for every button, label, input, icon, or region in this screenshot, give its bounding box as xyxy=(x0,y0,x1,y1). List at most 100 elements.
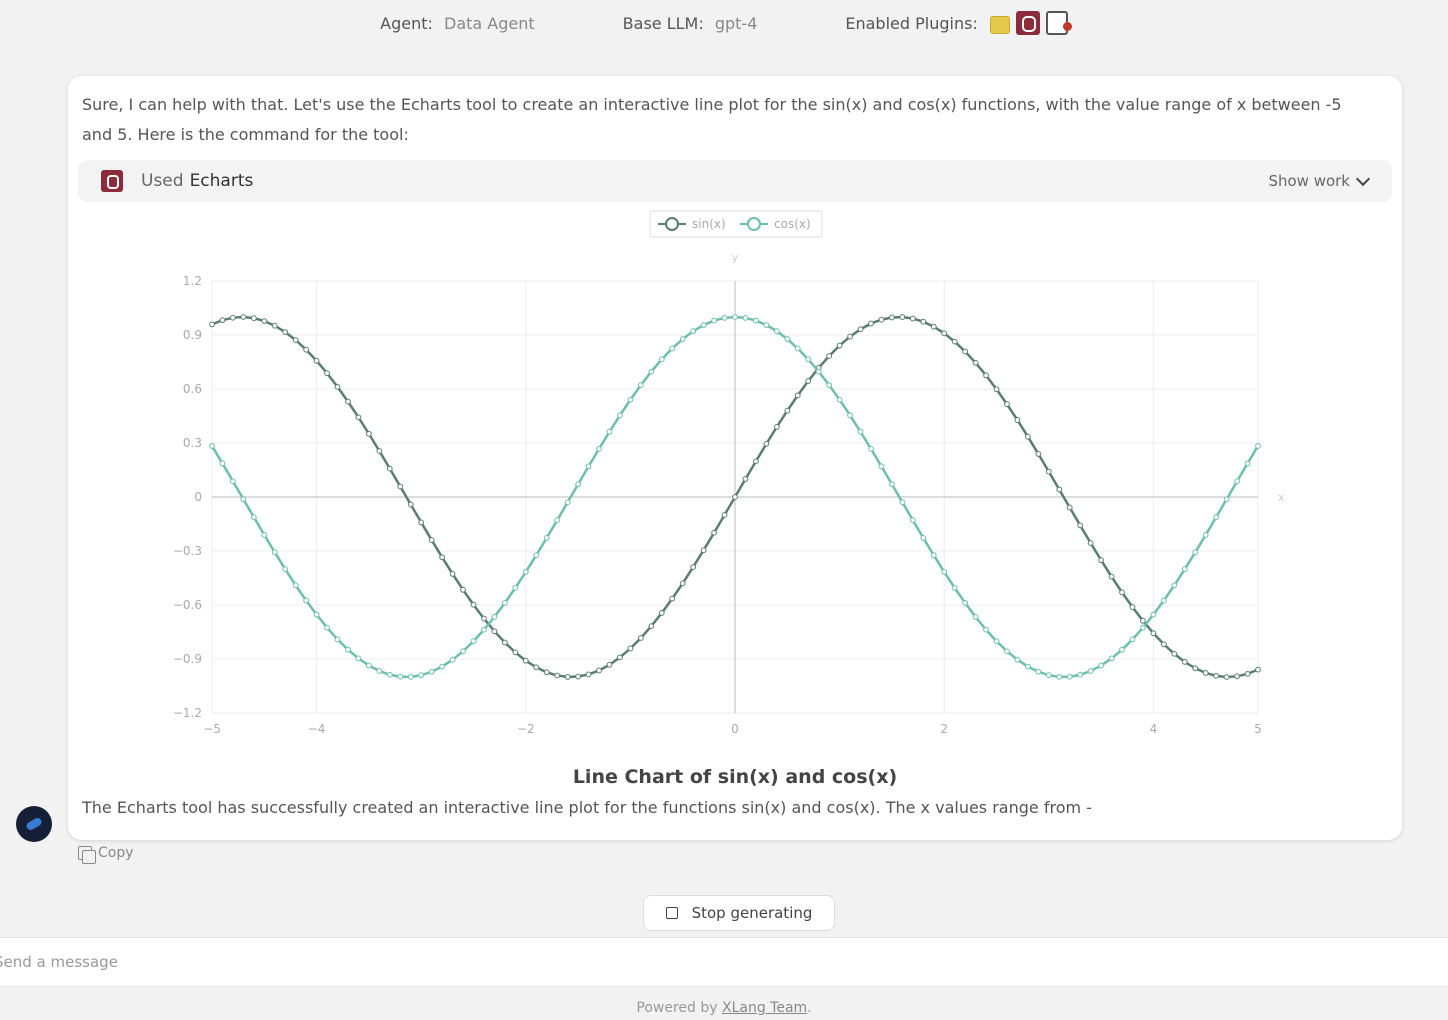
x-tick-label: −5 xyxy=(203,722,221,736)
data-point-sin xyxy=(522,657,529,664)
llm-label: Base LLM: xyxy=(622,13,704,33)
data-point-sin xyxy=(627,645,634,652)
data-point-sin xyxy=(230,314,236,321)
data-point-sin xyxy=(637,635,644,641)
data-point-cos xyxy=(460,648,466,655)
data-point-sin xyxy=(313,357,320,364)
y-tick-label: 0.6 xyxy=(183,382,202,396)
data-point-cos xyxy=(690,328,697,335)
data-point-cos xyxy=(428,668,435,675)
data-point-cos xyxy=(501,600,508,606)
data-point-cos xyxy=(721,315,728,321)
data-point-sin xyxy=(690,564,697,571)
data-point-sin xyxy=(470,601,477,608)
chart-legend[interactable]: sin(x) cos(x) xyxy=(649,210,823,238)
data-point-sin xyxy=(1004,401,1010,408)
data-point-cos xyxy=(930,552,937,559)
data-point-sin xyxy=(763,440,770,447)
x-tick-label: 5 xyxy=(1254,722,1262,736)
tool-name: Echarts xyxy=(189,171,254,191)
x-tick-label: −4 xyxy=(308,722,326,736)
data-point-sin xyxy=(753,458,759,465)
message-input[interactable] xyxy=(0,938,1394,986)
copy-button[interactable]: Copy xyxy=(78,845,134,864)
data-point-sin xyxy=(564,674,571,680)
data-point-cos xyxy=(700,322,707,328)
line-chart[interactable]: −5 −4 −2 0 2 4 5 −1.2 −0.9 −0.6 −0.3 0 0.3 0.6 0.9 1.2 x… xyxy=(68,204,1402,764)
data-point-cos xyxy=(1024,663,1031,670)
data-point-cos xyxy=(512,584,519,591)
data-point-sin xyxy=(491,628,498,635)
legend-label: cos(x) xyxy=(774,217,811,231)
data-point-cos xyxy=(1140,624,1146,631)
data-point-sin xyxy=(617,654,623,661)
stop-generating-button[interactable]: Stop generating xyxy=(643,895,835,931)
data-point-sin xyxy=(575,673,582,680)
data-point-sin xyxy=(439,554,446,561)
data-point-sin xyxy=(899,314,906,320)
data-point-cos xyxy=(543,535,550,541)
document-plugin-icon[interactable] xyxy=(1045,11,1072,35)
x-tick-label: −2 xyxy=(517,722,535,736)
data-point-cos xyxy=(1087,668,1094,674)
data-point-cos xyxy=(868,445,874,452)
show-work-button[interactable]: Show work xyxy=(1268,171,1371,190)
data-point-sin xyxy=(1098,557,1104,564)
data-point-sin xyxy=(554,672,561,679)
data-point-sin xyxy=(366,430,372,437)
echarts-plugin-icon[interactable] xyxy=(1015,11,1040,35)
data-point-cos xyxy=(1171,582,1178,589)
data-point-cos xyxy=(711,317,717,324)
data-point-cos xyxy=(679,336,686,342)
xlang-team-link[interactable]: XLang Team xyxy=(722,1000,807,1016)
tool-usage-bar: Used Echarts Show work xyxy=(78,160,1392,202)
data-point-cos xyxy=(355,655,362,662)
data-point-cos xyxy=(1255,443,1261,449)
data-point-sin xyxy=(889,314,895,321)
data-point-cos xyxy=(815,368,822,375)
data-point-cos xyxy=(732,314,738,320)
data-point-sin xyxy=(1024,433,1031,440)
data-point-sin xyxy=(355,414,362,421)
data-point-cos xyxy=(951,584,958,591)
data-point-sin xyxy=(700,547,707,554)
data-point-cos xyxy=(847,412,853,419)
data-point-sin xyxy=(679,580,686,587)
data-point-cos xyxy=(794,345,801,352)
data-point-sin xyxy=(721,512,728,518)
data-point-sin xyxy=(1192,665,1199,672)
data-point-sin xyxy=(1045,468,1052,475)
data-point-sin xyxy=(1171,650,1178,657)
data-point-cos xyxy=(773,328,780,335)
data-point-cos xyxy=(261,532,268,538)
data-point-cos xyxy=(899,499,906,506)
data-point-sin xyxy=(1119,589,1125,596)
data-point-cos xyxy=(282,566,289,573)
data-point-sin xyxy=(972,359,979,366)
data-point-sin xyxy=(1108,573,1115,580)
data-point-sin xyxy=(324,370,330,377)
data-point-sin xyxy=(1077,522,1084,529)
data-point-sin xyxy=(1255,666,1261,673)
data-point-cos xyxy=(585,463,592,470)
data-point-sin xyxy=(407,501,414,508)
echarts-icon xyxy=(101,170,123,192)
data-point-sin xyxy=(261,318,268,324)
message-intro-text: Sure, I can help with that. Let's use th… xyxy=(82,95,1342,144)
data-point-sin xyxy=(648,623,655,630)
data-point-cos xyxy=(1213,514,1220,521)
footer-prefix: Powered by xyxy=(636,1000,718,1016)
data-point-sin xyxy=(1056,486,1063,493)
data-point-cos xyxy=(857,428,864,435)
data-point-sin xyxy=(1160,641,1167,648)
data-point-sin xyxy=(1234,673,1240,680)
data-point-sin xyxy=(282,329,289,335)
data-point-cos xyxy=(658,356,665,363)
stop-icon xyxy=(665,907,678,919)
data-point-sin xyxy=(449,571,456,577)
data-point-cos xyxy=(993,638,1000,645)
y-tick-label: 0.9 xyxy=(183,328,202,342)
data-point-cos xyxy=(983,626,989,633)
file-plugin-icon[interactable] xyxy=(989,16,1010,34)
data-point-sin xyxy=(292,337,299,344)
